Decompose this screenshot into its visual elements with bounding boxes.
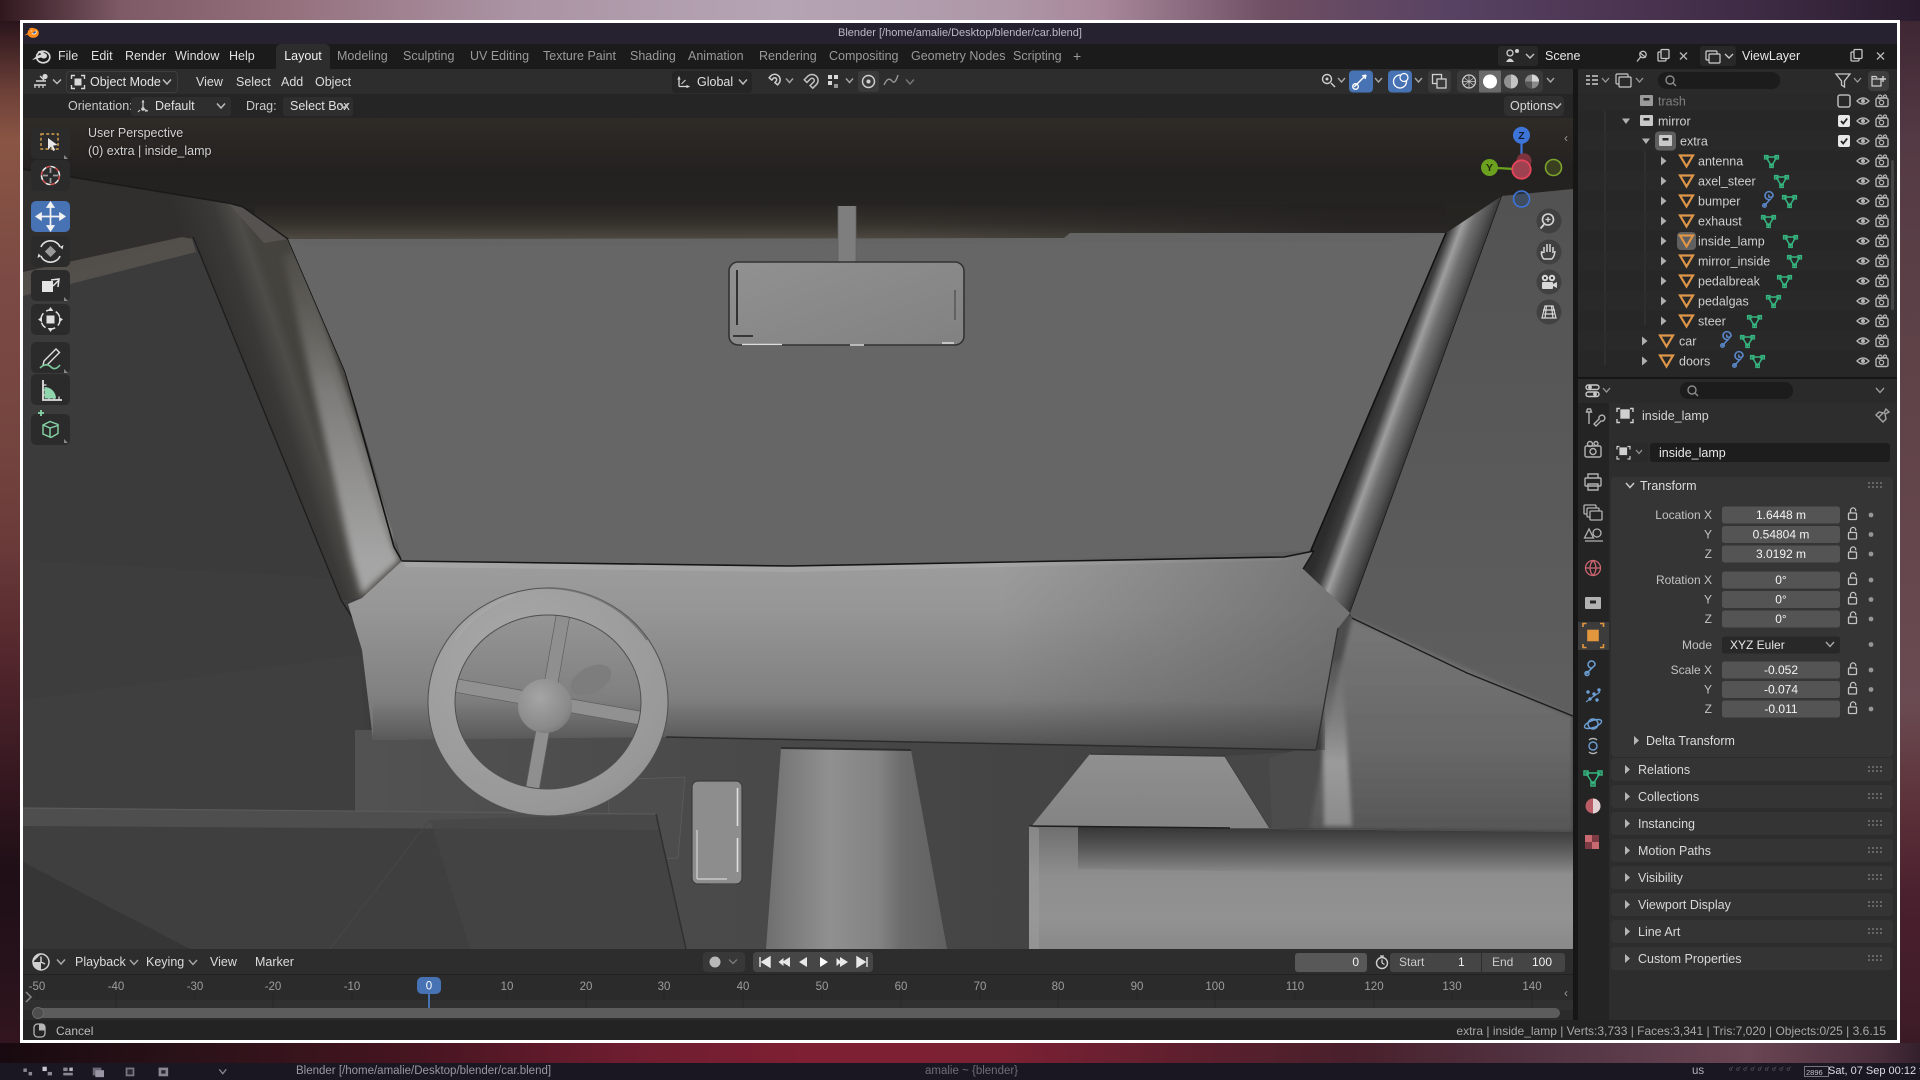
svg-text:trash: trash [1658,95,1686,109]
svg-text:-50: -50 [29,981,46,993]
svg-text:Z: Z [1518,130,1525,142]
svg-text:-30: -30 [187,981,204,993]
svg-text:-0.052: -0.052 [1764,663,1798,677]
svg-text:Rotation X: Rotation X [1656,573,1712,587]
svg-text:100: 100 [1205,981,1224,993]
svg-text:Y: Y [1704,683,1712,697]
svg-text:exhaust: exhaust [1698,215,1742,229]
svg-text:Y: Y [1486,162,1493,174]
svg-text:Viewport Display: Viewport Display [1638,898,1732,912]
svg-text:-20: -20 [265,981,282,993]
svg-text:Mode: Mode [1682,638,1712,652]
svg-text:Motion Paths: Motion Paths [1638,844,1711,858]
svg-text:extra: extra [1680,135,1708,149]
svg-text:Instancing: Instancing [1638,817,1695,831]
svg-text:-0.074: -0.074 [1764,683,1798,697]
svg-text:140: 140 [1522,981,1541,993]
svg-text:car: car [1679,335,1696,349]
svg-text:20: 20 [580,981,593,993]
svg-text:0: 0 [426,981,432,993]
svg-text:-40: -40 [108,981,125,993]
svg-text:Scale X: Scale X [1671,663,1712,677]
svg-text:Location X: Location X [1655,508,1712,522]
svg-text:0°: 0° [1775,573,1787,587]
svg-text:110: 110 [1286,981,1304,993]
svg-text:70: 70 [974,981,987,993]
svg-text:50: 50 [816,981,829,993]
svg-text:antenna: antenna [1698,155,1743,169]
svg-text:doors: doors [1679,355,1710,369]
svg-text:steer: steer [1698,315,1726,329]
svg-text:60: 60 [895,981,908,993]
svg-text:Z: Z [1705,547,1712,561]
svg-text:40: 40 [737,981,750,993]
svg-text:0°: 0° [1775,593,1787,607]
svg-text:mirror: mirror [1658,115,1691,129]
svg-text:bumper: bumper [1698,195,1740,209]
svg-text:pedalgas: pedalgas [1698,295,1749,309]
svg-text:pedalbreak: pedalbreak [1698,275,1761,289]
svg-text:XYZ Euler: XYZ Euler [1730,638,1785,652]
svg-text:Delta Transform: Delta Transform [1646,734,1735,748]
svg-text:inside_lamp: inside_lamp [1642,409,1709,423]
svg-text:3.0192 m: 3.0192 m [1756,547,1806,561]
svg-text:-0.011: -0.011 [1764,702,1797,716]
svg-text:30: 30 [658,981,671,993]
svg-text:Relations: Relations [1638,763,1690,777]
svg-text:Custom Properties: Custom Properties [1638,952,1742,966]
svg-text:inside_lamp: inside_lamp [1659,446,1726,460]
svg-text:mirror_inside: mirror_inside [1698,255,1770,269]
svg-text:inside_lamp: inside_lamp [1698,235,1765,249]
svg-text:axel_steer: axel_steer [1698,175,1756,189]
svg-text:90: 90 [1131,981,1144,993]
svg-text:Z: Z [1705,612,1712,626]
svg-text:120: 120 [1364,981,1383,993]
svg-text:1.6448 m: 1.6448 m [1756,508,1806,522]
svg-text:130: 130 [1442,981,1461,993]
svg-text:0.54804 m: 0.54804 m [1753,528,1810,542]
svg-text:-10: -10 [344,981,361,993]
svg-text:80: 80 [1052,981,1065,993]
svg-text:Visibility: Visibility [1638,871,1684,885]
svg-text:Transform: Transform [1640,479,1697,493]
svg-text:Line Art: Line Art [1638,925,1681,939]
svg-text:0°: 0° [1775,612,1787,626]
svg-text:10: 10 [501,981,514,993]
svg-text:Z: Z [1705,702,1712,716]
svg-text:Y: Y [1704,593,1712,607]
svg-text:Y: Y [1704,528,1712,542]
svg-text:Collections: Collections [1638,790,1699,804]
